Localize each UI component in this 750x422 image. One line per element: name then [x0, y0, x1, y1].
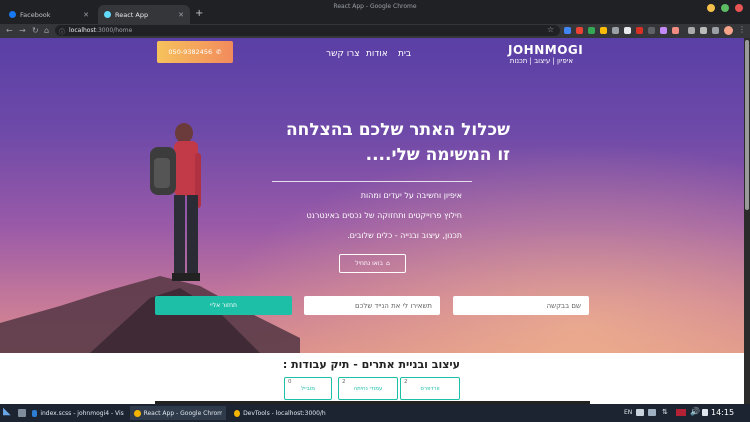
extension-icon[interactable]	[660, 27, 667, 34]
home-icon: ⌂	[385, 260, 390, 267]
hero-bullet: חילוץ פרוייקטים ותחזוקה של נכסים באינטרנ…	[306, 211, 462, 220]
name-input[interactable]	[453, 296, 589, 315]
filter-wordpress[interactable]: 2 וורדפרס	[400, 377, 460, 400]
taskbar-clock[interactable]: 14:15	[711, 408, 734, 417]
url-path: :3000/home	[95, 27, 133, 34]
show-desktop-icon[interactable]	[18, 409, 26, 417]
extensions-puzzle-icon[interactable]	[712, 27, 719, 34]
nav-link-home[interactable]: בית	[398, 49, 411, 59]
portfolio-title: עיצוב ובניית אתרים - תיק עבודות :	[282, 358, 460, 371]
page-viewport: JOHNMOGI איפיון | עיצוב | תכנות בית אודו…	[0, 38, 744, 404]
network-icon[interactable]: ⇅	[662, 408, 668, 416]
filter-count: 2	[342, 379, 346, 385]
taskbar-label: DevTools - localhost:3000/home	[243, 409, 326, 417]
tab-label: Facebook	[20, 10, 51, 19]
profile-avatar[interactable]	[724, 26, 733, 35]
brand-tagline: איפיון | עיצוב | תכנות	[509, 57, 573, 65]
vscode-icon	[32, 409, 38, 417]
filter-landing-pages[interactable]: 2 עמודי נחיתה	[338, 377, 398, 400]
maximize-icon[interactable]	[721, 4, 729, 12]
hero-divider	[272, 181, 472, 182]
window-title: React App - Google Chrome	[333, 3, 417, 10]
chrome-icon	[134, 409, 141, 417]
filter-label: מובייל	[301, 385, 315, 392]
extension-icon[interactable]	[624, 27, 631, 34]
extension-icon[interactable]	[588, 27, 595, 34]
extension-icon[interactable]	[700, 27, 707, 34]
taskbar-item-devtools[interactable]: DevTools - localhost:3000/home	[230, 406, 330, 420]
scrollbar-thumb[interactable]	[745, 40, 749, 210]
facebook-favicon-icon	[9, 11, 16, 18]
extension-icon[interactable]	[576, 27, 583, 34]
forward-icon[interactable]: →	[19, 25, 26, 36]
taskbar-label: React App - Google Chrome	[143, 409, 222, 417]
battery-icon[interactable]	[702, 409, 708, 416]
url-host: localhost	[69, 27, 96, 34]
tray-icon[interactable]	[648, 409, 656, 416]
chrome-menu-icon[interactable]: ⋮	[738, 25, 746, 34]
filter-count: 2	[404, 379, 408, 385]
start-menu-icon[interactable]: ◣	[3, 406, 15, 420]
keyboard-language[interactable]: EN	[624, 409, 632, 416]
chrome-icon	[234, 409, 241, 417]
camera-extension-icon[interactable]	[688, 27, 695, 34]
extension-icon[interactable]	[672, 27, 679, 34]
extension-icon[interactable]	[636, 27, 643, 34]
new-tab-icon[interactable]: +	[195, 8, 203, 19]
headline-line-2: זו המשימה שלי....	[365, 145, 510, 165]
close-tab-icon[interactable]: ✕	[178, 11, 184, 19]
bookmark-star-icon[interactable]: ☆	[547, 25, 554, 34]
tab-react-app[interactable]: React App ✕	[98, 5, 190, 24]
extension-icon[interactable]	[600, 27, 607, 34]
cta-label: בואו נתחיל	[355, 260, 383, 267]
phone-input[interactable]	[304, 296, 440, 315]
site-info-icon[interactable]: ⓘ	[59, 27, 65, 36]
reload-icon[interactable]: ↻	[32, 25, 39, 36]
nav-link-about[interactable]: אודות	[366, 49, 388, 59]
address-bar[interactable]: localhost:3000/home	[55, 25, 560, 36]
get-started-button[interactable]: בואו נתחיל ⌂	[339, 254, 406, 273]
close-window-icon[interactable]	[735, 4, 743, 12]
hero-bullet: איפיון וחשיבה על יעדים ומהות	[360, 191, 462, 200]
extension-icon[interactable]	[612, 27, 619, 34]
site-brand-logo[interactable]: JOHNMOGI	[508, 43, 583, 57]
filter-mobile[interactable]: 0 מובייל	[284, 377, 332, 400]
phone-icon: ✆	[216, 48, 222, 56]
taskbar-label: index.scss - johnmogi4 - Visual Stu...	[40, 409, 124, 417]
submit-button[interactable]: תחזור אליי	[155, 296, 292, 315]
tab-facebook[interactable]: Facebook ✕	[3, 5, 95, 24]
flag-icon[interactable]	[676, 409, 686, 416]
filter-label: עמודי נחיתה	[353, 385, 383, 392]
home-icon[interactable]: ⌂	[44, 25, 49, 36]
taskbar-item-vscode[interactable]: index.scss - johnmogi4 - Visual Stu...	[28, 406, 128, 420]
react-favicon-icon	[104, 11, 111, 18]
extension-icon[interactable]	[564, 27, 571, 34]
phone-button[interactable]: 050-9382456 ✆	[157, 41, 233, 63]
hero-headline: שכלול האתר שלכם בהצלחה זו המשימה שלי....	[220, 118, 510, 168]
clipboard-icon[interactable]	[636, 409, 644, 416]
taskbar-item-chrome[interactable]: React App - Google Chrome	[130, 406, 226, 420]
back-icon[interactable]: ←	[6, 25, 13, 36]
filter-count: 0	[288, 379, 292, 385]
headline-line-1: שכלול האתר שלכם בהצלחה	[285, 120, 510, 140]
hero-bullet: תכנון, עיצוב ובנייה - כלים שלובים.	[347, 231, 462, 240]
extension-icon[interactable]	[648, 27, 655, 34]
minimize-icon[interactable]	[707, 4, 715, 12]
nav-link-contact[interactable]: צרו קשר	[326, 49, 360, 59]
phone-number: 050-9382456	[168, 48, 213, 56]
tab-label: React App	[115, 10, 149, 19]
filter-label: וורדפרס	[420, 385, 440, 392]
close-tab-icon[interactable]: ✕	[83, 11, 89, 19]
volume-icon[interactable]: 🔊	[690, 407, 700, 416]
